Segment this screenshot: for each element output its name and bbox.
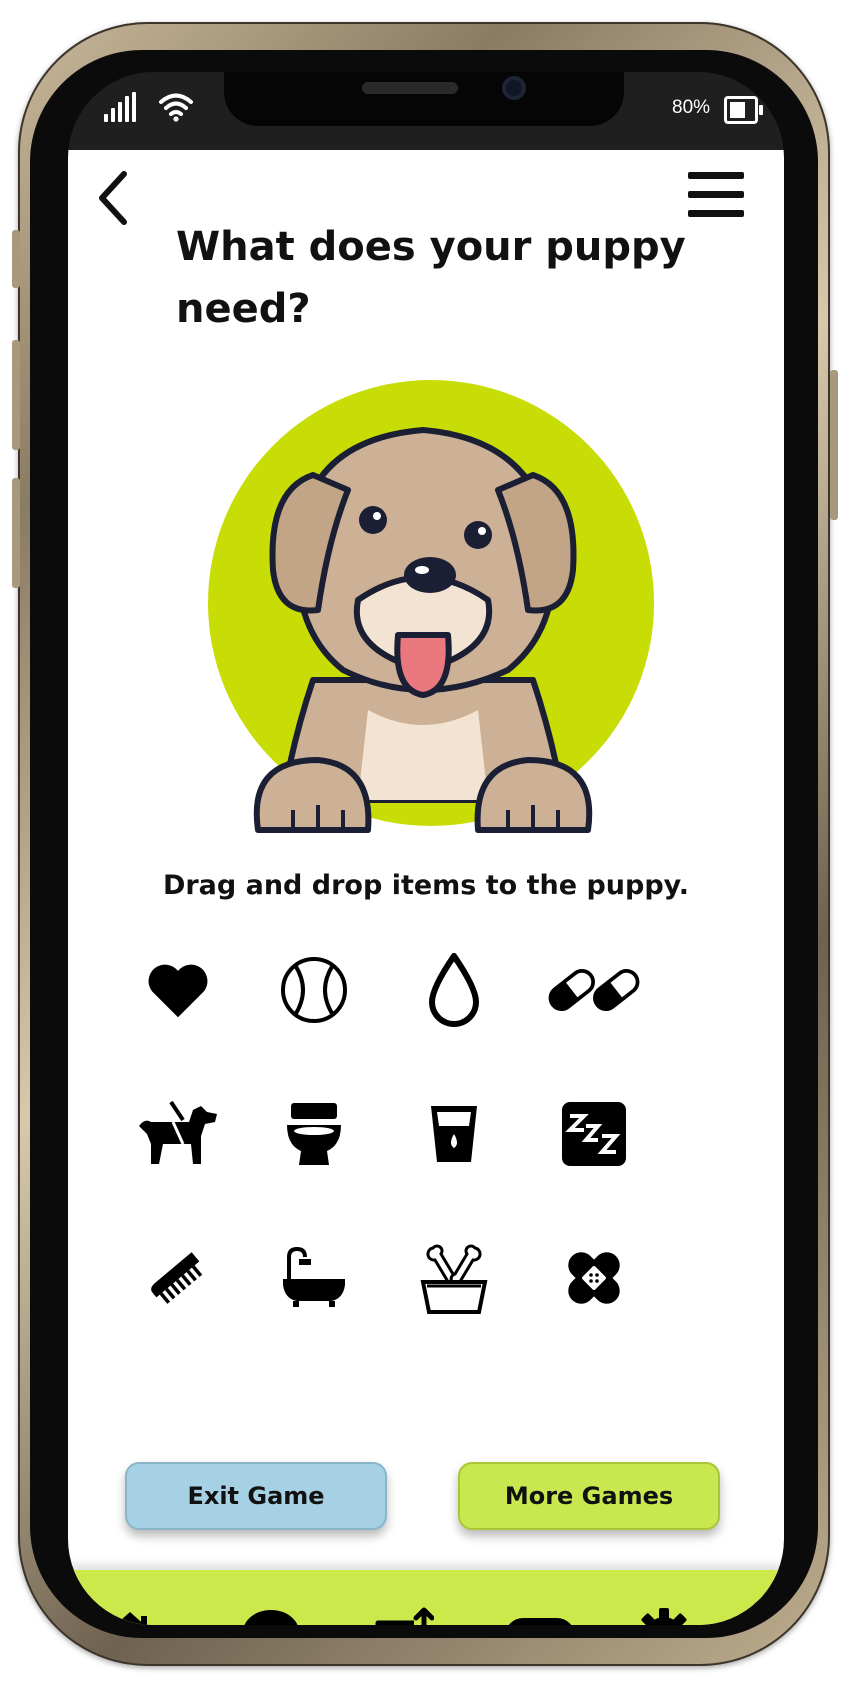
water-drop-icon (429, 953, 479, 1027)
food-bowl-item[interactable] (404, 1228, 504, 1328)
sleep-zzz-icon (562, 1102, 626, 1166)
hamburger-menu-button[interactable] (688, 172, 744, 218)
battery-percentage: 80% (672, 97, 711, 118)
nav-home[interactable] (90, 1596, 170, 1625)
dog-walk-icon (139, 1100, 217, 1164)
phone-side-button (12, 230, 20, 288)
pills-icon (548, 969, 640, 1011)
phone-side-button (12, 340, 20, 450)
heart-icon (148, 964, 208, 1018)
toilet-item[interactable] (264, 1084, 364, 1184)
instruction-text: Drag and drop items to the puppy. (162, 870, 690, 901)
phone-side-button (830, 370, 838, 520)
ball-item[interactable] (264, 940, 364, 1040)
wifi-icon (159, 93, 193, 122)
comb-item[interactable] (128, 1228, 228, 1328)
battery-icon (724, 96, 763, 124)
back-button[interactable] (92, 168, 132, 228)
water-cup-icon (431, 1106, 477, 1162)
game-screen: What does your puppy need? Drag and drop… (68, 150, 784, 1625)
bathtub-icon (283, 1247, 345, 1307)
bandage-item[interactable] (544, 1228, 644, 1328)
food-bowl-bones-icon (420, 1244, 488, 1314)
comb-icon (151, 1252, 203, 1304)
image-upload-icon (375, 1607, 434, 1625)
water-drop-item[interactable] (404, 940, 504, 1040)
pills-item[interactable] (544, 940, 644, 1040)
toilet-icon (287, 1103, 341, 1165)
dog-walk-item[interactable] (128, 1084, 228, 1184)
phone-side-button (12, 478, 20, 588)
notch (224, 72, 624, 126)
speaker-grille (362, 82, 458, 94)
gamepad-icon (508, 1618, 572, 1625)
bottom-navigation (68, 1570, 784, 1625)
chat-bubble-icon (244, 1610, 298, 1625)
nav-upload-image[interactable] (364, 1596, 444, 1625)
puppy-illustration (253, 427, 593, 833)
sleep-item[interactable] (544, 1084, 644, 1184)
puppy-drop-target[interactable] (208, 380, 668, 850)
water-cup-item[interactable] (404, 1084, 504, 1184)
front-camera (502, 76, 526, 100)
nav-games[interactable] (500, 1596, 580, 1625)
status-bar: 80% (68, 72, 784, 150)
phone-screen: 80% What does your puppy need? Drag and … (68, 72, 784, 1625)
gear-icon (641, 1608, 687, 1625)
nav-chat[interactable] (230, 1596, 310, 1625)
nav-settings[interactable] (624, 1596, 704, 1625)
signal-icon (104, 92, 138, 122)
home-icon (115, 1612, 147, 1625)
tennis-ball-icon (281, 957, 347, 1023)
bathtub-item[interactable] (264, 1228, 364, 1328)
heart-item[interactable] (128, 940, 228, 1040)
bandage-icon (568, 1252, 620, 1304)
page-title: What does your puppy need? (176, 224, 686, 332)
more-games-button[interactable]: More Games (458, 1462, 720, 1530)
exit-game-button[interactable]: Exit Game (125, 1462, 387, 1530)
